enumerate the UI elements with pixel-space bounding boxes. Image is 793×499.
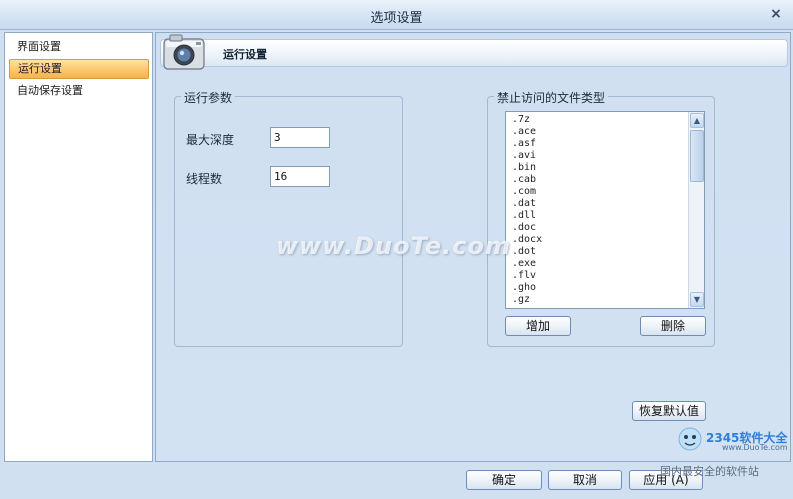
list-item[interactable]: .7z [512, 114, 688, 126]
list-item[interactable]: .doc [512, 222, 688, 234]
brand-tagline: 国内最安全的软件站 [660, 465, 759, 478]
list-item[interactable]: .dll [512, 210, 688, 222]
camera-icon [163, 34, 205, 70]
list-item[interactable]: .asf [512, 138, 688, 150]
max-depth-label: 最大深度 [186, 133, 235, 147]
cancel-button[interactable]: 取消 [548, 470, 622, 490]
restore-defaults-button[interactable]: 恢复默认值 [632, 401, 706, 421]
threads-input[interactable] [270, 166, 330, 187]
delete-button[interactable]: 删除 [640, 316, 706, 336]
watermark-text: www.DuoTe.com [276, 232, 511, 260]
list-item[interactable]: .ace [512, 126, 688, 138]
file-type-list-items: .7z .ace .asf .avi .bin .cab .com .dat .dll .doc.… [512, 114, 688, 306]
nav-item-interface[interactable]: 界面设置 [9, 37, 149, 57]
ok-button[interactable]: 确定 [466, 470, 542, 490]
forbidden-types-legend: 禁止访问的文件类型 [494, 89, 609, 106]
brand-url: www.DuoTe.com [722, 443, 788, 452]
list-item[interactable]: .avi [512, 150, 688, 162]
nav-item-autosave[interactable]: 自动保存设置 [9, 81, 149, 101]
close-icon[interactable]: × [768, 6, 784, 22]
list-item[interactable]: .docx [512, 234, 688, 246]
list-scrollbar[interactable]: ▲ ▼ [688, 112, 704, 308]
list-item[interactable]: .exe [512, 258, 688, 270]
threads-label: 线程数 [186, 172, 223, 186]
max-depth-input[interactable] [270, 127, 330, 148]
file-type-list[interactable]: .7z .ace .asf .avi .bin .cab .com .dat .dll .doc.… [505, 111, 705, 309]
corner-logo: 2345软件大全 www.DuoTe.com 国内最安全的软件站 [660, 425, 792, 478]
settings-nav: 界面设置 运行设置 自动保存设置 [4, 32, 153, 462]
list-item[interactable]: .flv [512, 270, 688, 282]
list-item[interactable]: .cab [512, 174, 688, 186]
title-bar: 选项设置 × [0, 0, 793, 30]
list-item[interactable]: .bin [512, 162, 688, 174]
scroll-up-icon[interactable]: ▲ [690, 113, 704, 128]
run-params-legend: 运行参数 [181, 89, 236, 106]
mascot-icon [678, 427, 702, 451]
nav-item-run-settings[interactable]: 运行设置 [9, 59, 149, 79]
section-title: 运行设置 [223, 48, 267, 61]
list-item[interactable]: .gho [512, 282, 688, 294]
list-item[interactable]: .gz [512, 294, 688, 306]
list-item[interactable]: .dot [512, 246, 688, 258]
window-title: 选项设置 [370, 11, 423, 26]
list-item[interactable]: .dat [512, 198, 688, 210]
section-header: 运行设置 [160, 39, 788, 67]
list-item[interactable]: .com [512, 186, 688, 198]
scroll-down-icon[interactable]: ▼ [690, 292, 704, 307]
scroll-thumb[interactable] [690, 130, 704, 182]
add-button[interactable]: 增加 [505, 316, 571, 336]
